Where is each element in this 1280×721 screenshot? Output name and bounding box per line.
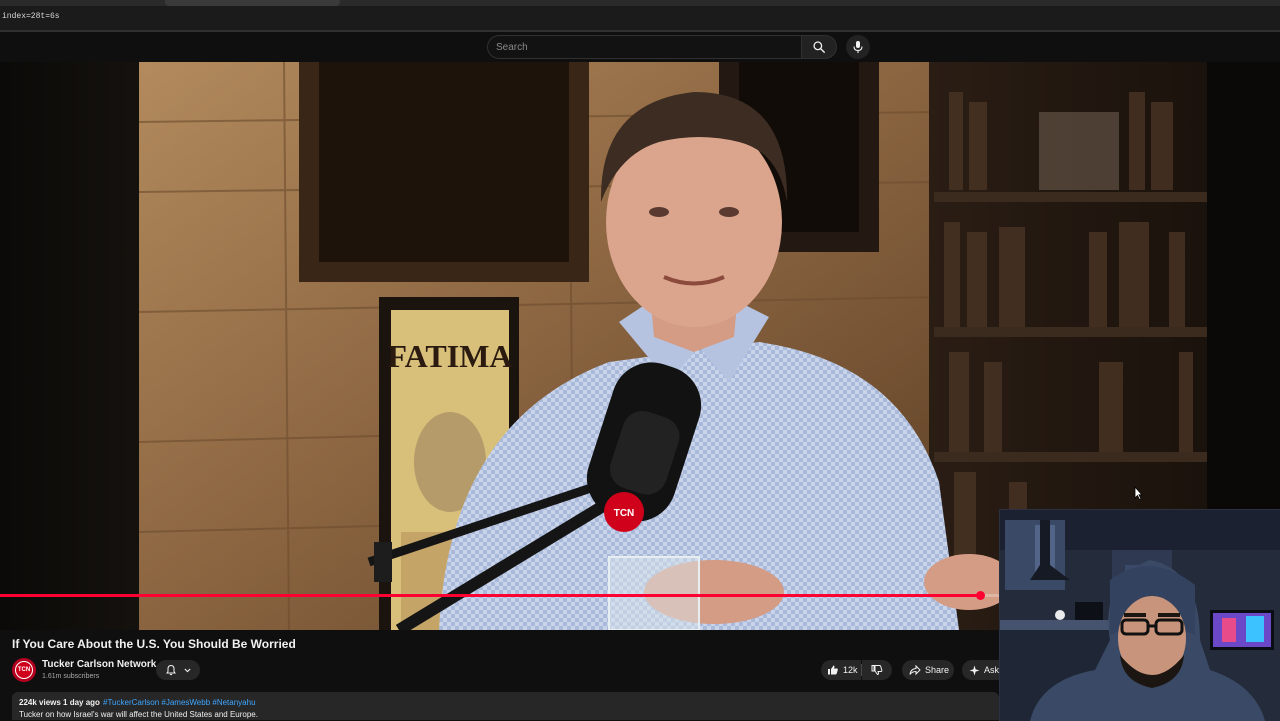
search-input[interactable] (496, 40, 796, 54)
like-button[interactable]: 12k (821, 660, 861, 680)
webcam-feed-image (1000, 510, 1280, 721)
search-icon (813, 41, 825, 53)
scrubber-handle[interactable] (975, 591, 985, 600)
ask-label: Ask (984, 665, 1000, 675)
mouse-cursor-icon (1134, 486, 1143, 500)
thumbs-down-icon (871, 665, 883, 676)
notification-bell-button[interactable] (156, 660, 200, 680)
player-letterbox-left (0, 62, 139, 630)
channel-avatar[interactable]: TCN (12, 658, 36, 682)
webcam-overlay (999, 509, 1280, 721)
like-count: 12k (843, 665, 858, 675)
hashtag-links[interactable]: #TuckerCarlson #JamesWebb #Netanyahu (103, 698, 256, 707)
progress-played (0, 594, 981, 597)
search-button[interactable] (801, 35, 837, 59)
channel-name[interactable]: Tucker Carlson Network (42, 659, 156, 670)
address-bar-text[interactable]: index=28t=6s (2, 12, 60, 21)
thumbs-up-icon (828, 665, 838, 675)
active-tab[interactable] (165, 0, 340, 6)
voice-search-button[interactable] (846, 35, 870, 59)
microphone-icon (853, 41, 863, 53)
poster-text: FATIMA (387, 338, 512, 374)
dislike-button[interactable] (862, 660, 892, 680)
share-icon (909, 664, 921, 676)
sparkle-icon (969, 664, 980, 676)
share-button[interactable]: Share (902, 660, 954, 680)
subscriber-count: 1.61m subscribers (42, 673, 100, 680)
share-label: Share (925, 665, 950, 675)
video-title: If You Care About the U.S. You Should Be… (12, 637, 296, 651)
mic-badge-text: TCN (614, 508, 635, 519)
bell-icon (165, 664, 176, 676)
description-box[interactable]: 224k views 1 day ago #TuckerCarlson #Jam… (12, 692, 999, 720)
channel-avatar-logo: TCN (15, 661, 33, 679)
description-text: Tucker on how Israel's war will affect t… (19, 710, 258, 719)
chevron-down-icon (183, 668, 191, 672)
search-box[interactable] (487, 35, 801, 59)
view-count-date: 224k views 1 day ago (19, 698, 100, 707)
masthead (0, 32, 1280, 62)
browser-toolbar: index=28t=6s (0, 0, 1280, 30)
